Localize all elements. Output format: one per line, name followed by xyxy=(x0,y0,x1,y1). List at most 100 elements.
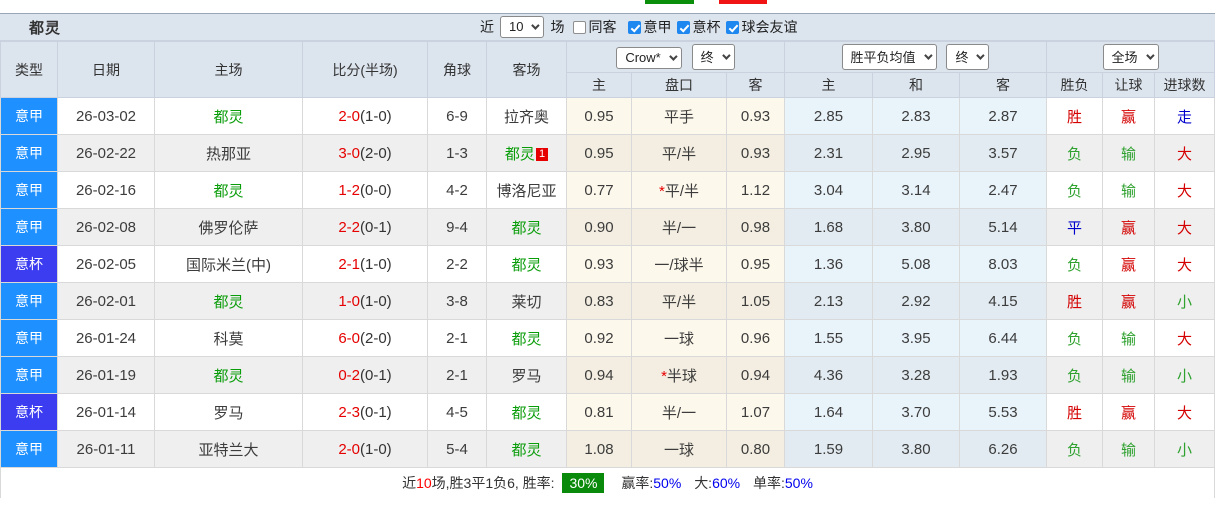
result-goals-cell: 大 xyxy=(1154,319,1215,357)
date-cell: 26-01-11 xyxy=(57,430,155,468)
avg-home-cell: 1.59 xyxy=(784,430,874,468)
checkbox-label: 意杯 xyxy=(692,19,721,35)
avg-draw-cell: 2.92 xyxy=(872,282,961,320)
filter-checkbox-group: 同客 意甲 意杯 球会友谊 xyxy=(573,17,803,37)
odds-home-cell: 0.81 xyxy=(566,393,632,431)
summary-stat-label: 大: xyxy=(694,474,713,491)
col-header-corners: 角球 xyxy=(427,41,487,98)
avg-away-cell: 4.15 xyxy=(959,282,1048,320)
avg-draw-cell: 5.08 xyxy=(872,245,961,283)
away-team-cell: 拉齐奥 xyxy=(486,97,567,135)
avg-draw-cell: 3.14 xyxy=(872,171,961,209)
handicap-cell: *半球 xyxy=(631,356,727,394)
avg-home-cell: 1.64 xyxy=(784,393,874,431)
odds-away-cell: 0.98 xyxy=(725,208,786,246)
checkbox-label: 意甲 xyxy=(643,19,672,35)
col-header-avg-away: 客 xyxy=(959,72,1048,98)
league-type-cell: 意甲 xyxy=(0,134,58,172)
odds-away-cell: 0.94 xyxy=(725,356,786,394)
col-header-date: 日期 xyxy=(57,41,155,98)
handicap-text: 半/一 xyxy=(661,219,697,237)
score-cell: 2-0(1-0) xyxy=(302,430,428,468)
fulltime-score: 2-0 xyxy=(338,107,360,125)
avg-away-cell: 6.26 xyxy=(959,430,1048,468)
result-handicap-cell: 赢 xyxy=(1102,97,1156,135)
league-type-cell: 意甲 xyxy=(0,171,58,209)
filter-checkbox-0[interactable]: 同客 xyxy=(573,17,626,37)
filter-checkbox-1[interactable]: 意甲 xyxy=(628,17,675,37)
avg-draw-cell: 3.80 xyxy=(872,430,961,468)
odds-away-cell: 1.05 xyxy=(725,282,786,320)
bookmaker-select[interactable]: Crow* xyxy=(616,47,682,69)
col-header-avg-draw: 和 xyxy=(872,72,961,98)
score-cell: 6-0(2-0) xyxy=(302,319,428,357)
col-header-odds-away: 客 xyxy=(725,72,786,98)
recent-count-select[interactable]: 10 xyxy=(500,16,545,38)
avg-draw-cell: 2.95 xyxy=(872,134,961,172)
result-handicap-cell: 赢 xyxy=(1102,208,1156,246)
handicap-cell: 一/球半 xyxy=(631,245,727,283)
odds-home-cell: 1.08 xyxy=(566,430,632,468)
halftime-score: (0-0) xyxy=(360,181,392,199)
filter-checkbox-2[interactable]: 意杯 xyxy=(677,17,724,37)
summary-stat-label: 单率: xyxy=(753,474,785,491)
corners-cell: 2-1 xyxy=(427,319,487,357)
result-wdl-cell: 胜 xyxy=(1046,393,1104,431)
avg-away-cell: 6.44 xyxy=(959,319,1048,357)
league-type-cell: 意甲 xyxy=(0,430,58,468)
checkbox-checked-icon[interactable] xyxy=(628,20,642,34)
checkbox-unchecked-icon[interactable] xyxy=(573,20,587,34)
home-team-cell: 都灵 xyxy=(154,171,303,209)
handicap-cell: 一球 xyxy=(631,319,727,357)
team-title: 都灵 xyxy=(29,19,62,37)
summary-recent-label: 近 xyxy=(402,474,417,491)
handicap-text: 一球 xyxy=(663,441,694,459)
date-cell: 26-01-19 xyxy=(57,356,155,394)
match-row: 意甲 26-02-22 热那亚 3-0(2-0) 1-3 都灵 1 0.95 平/半 0.93 2.… xyxy=(0,134,1215,172)
away-team-name: 都灵 xyxy=(511,256,542,274)
avg-metric-select[interactable]: 胜平负均值 xyxy=(841,44,937,70)
corners-cell: 2-2 xyxy=(427,245,487,283)
checkbox-checked-icon[interactable] xyxy=(677,20,691,34)
away-team-cell: 都灵 xyxy=(486,245,567,283)
col-header-away: 客场 xyxy=(486,41,567,98)
avg-state-select[interactable]: 终 xyxy=(946,44,990,70)
summary-stat-value: 50% xyxy=(784,474,813,491)
fulltime-score: 2-1 xyxy=(338,255,360,273)
avg-home-cell: 2.13 xyxy=(784,282,874,320)
odds-away-cell: 0.95 xyxy=(725,245,786,283)
summary-bar: 近10场,胜3平1负6, 胜率: 30% 赢率:50% 大:60% 单率:50% xyxy=(0,467,1215,498)
filter-checkbox-3[interactable]: 球会友谊 xyxy=(726,17,801,37)
result-handicap-cell: 输 xyxy=(1102,171,1156,209)
result-goals-cell: 大 xyxy=(1154,245,1215,283)
away-team-cell: 都灵 xyxy=(486,393,567,431)
result-goals-cell: 小 xyxy=(1154,282,1215,320)
chevron-down-icon xyxy=(1145,50,1155,60)
handicap-cell: *平/半 xyxy=(631,171,727,209)
checkbox-checked-icon[interactable] xyxy=(726,20,740,34)
date-cell: 26-03-02 xyxy=(57,97,155,135)
handicap-cell: 平/半 xyxy=(631,282,727,320)
halftime-score: (0-1) xyxy=(360,403,392,421)
corners-cell: 5-4 xyxy=(427,430,487,468)
match-history-panel: 都灵 近 10 场 同客 意甲 意杯 球会友谊 类型 日期 主场 比分(半场) 角球 xyxy=(0,13,1215,498)
odds-state-select[interactable]: 终 xyxy=(691,44,735,70)
score-cell: 2-1(1-0) xyxy=(302,245,428,283)
result-handicap-cell: 输 xyxy=(1102,319,1156,357)
result-goals-cell: 大 xyxy=(1154,134,1215,172)
date-cell: 26-02-08 xyxy=(57,208,155,246)
result-handicap-cell: 输 xyxy=(1102,356,1156,394)
handicap-cell: 一球 xyxy=(631,430,727,468)
bookmaker-select-value: Crow* xyxy=(625,50,661,65)
result-goals-cell: 大 xyxy=(1154,208,1215,246)
date-cell: 26-01-14 xyxy=(57,393,155,431)
match-row: 意甲 26-01-19 都灵 0-2(0-1) 2-1 罗马 0.94 *半球 0.94 4.36… xyxy=(0,356,1215,394)
away-team-name: 都灵 xyxy=(511,330,542,348)
result-scope-select[interactable]: 全场 xyxy=(1102,44,1159,70)
avg-away-cell: 1.93 xyxy=(959,356,1048,394)
result-scope-select-value: 全场 xyxy=(1111,50,1138,65)
odds-home-cell: 0.77 xyxy=(566,171,632,209)
games-unit-label: 场 xyxy=(550,19,565,35)
handicap-cell: 半/一 xyxy=(631,393,727,431)
away-team-name: 莱切 xyxy=(511,293,542,311)
